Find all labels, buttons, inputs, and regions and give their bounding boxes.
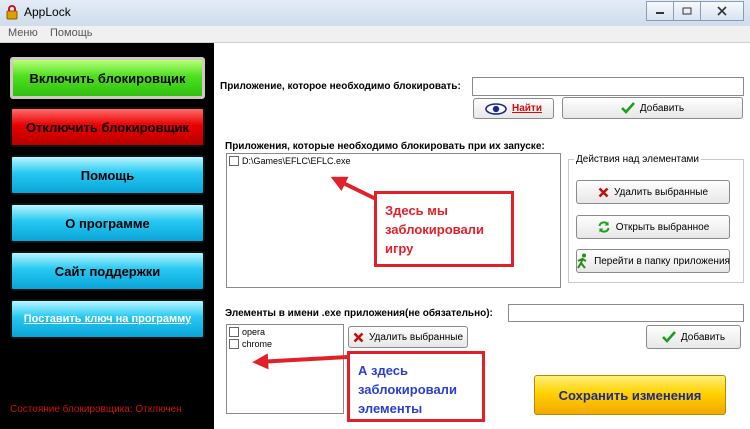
applock-window: AppLock Меню Помощь Включить блокировщик…: [0, 0, 750, 429]
annotation-arrows: [252, 176, 377, 370]
arrow-to-game-entry: [330, 176, 377, 201]
arrow-to-name-elements: [252, 353, 349, 370]
